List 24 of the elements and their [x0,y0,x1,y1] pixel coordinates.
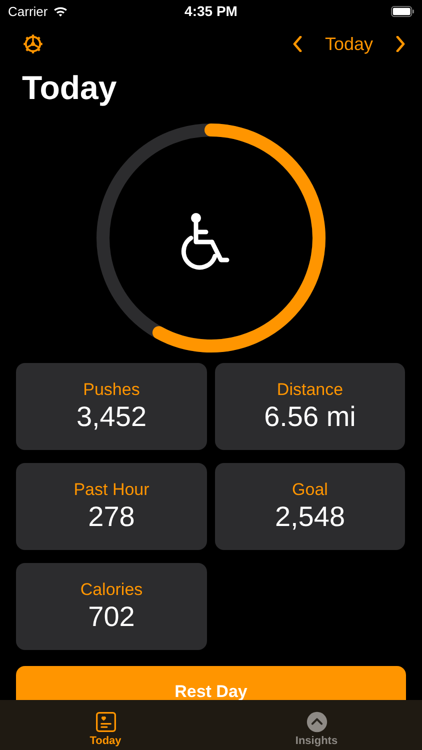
next-day-icon[interactable] [395,36,406,52]
stat-label: Calories [80,580,143,600]
battery-icon [390,6,414,16]
stat-label: Past Hour [74,480,150,500]
tab[interactable]: Insights [211,700,422,750]
stat-label: Goal [292,480,328,500]
carrier-label: Carrier [8,4,48,18]
stat-value: 6.56 mi [264,400,356,434]
stat-value: 3,452 [76,400,147,434]
settings-icon[interactable] [22,33,44,55]
journal-icon [94,711,116,733]
stat-value: 2,548 [274,500,346,534]
previous-day-icon[interactable] [292,36,303,52]
stat-label: Pushes [83,380,140,400]
stat-label: Distance [276,380,344,400]
wheelchair-icon [181,213,230,270]
tab[interactable]: Today [0,700,211,750]
chevron-circle-icon [306,711,328,733]
wifi-icon [52,5,68,17]
date-label: Today [324,34,374,54]
stat-value: 702 [88,600,135,634]
page-title: Today [22,68,118,108]
status-time: 4:35 PM [184,3,238,19]
stat-value: 278 [88,500,135,534]
